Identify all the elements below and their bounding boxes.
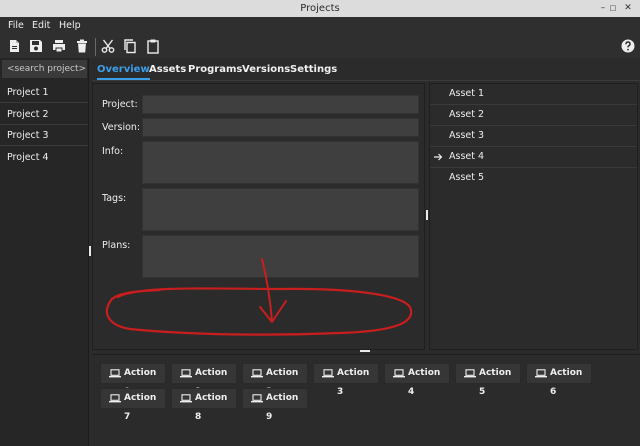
actions-panel: Action 0 Action 1 Action 2 Action 3 Acti… bbox=[92, 354, 640, 446]
laptop-icon bbox=[535, 369, 547, 378]
tab-versions[interactable]: Versions bbox=[242, 60, 290, 80]
tab-divider bbox=[92, 80, 640, 81]
new-file-icon[interactable] bbox=[6, 38, 22, 54]
action-button[interactable]: Action 2 bbox=[242, 363, 308, 397]
action-button[interactable]: Action 6 bbox=[526, 363, 592, 397]
save-icon[interactable] bbox=[28, 38, 44, 54]
menu-edit[interactable]: Edit bbox=[32, 17, 50, 34]
plans-field[interactable] bbox=[142, 235, 419, 278]
project-field[interactable] bbox=[142, 95, 419, 114]
laptop-icon bbox=[322, 369, 334, 378]
laptop-icon bbox=[180, 369, 192, 378]
action-button[interactable]: Action 7 bbox=[100, 388, 166, 422]
assets-splitter-handle[interactable] bbox=[426, 210, 428, 220]
action-button[interactable]: Action 8 bbox=[171, 388, 237, 422]
sidebar-splitter-handle[interactable] bbox=[89, 246, 91, 256]
tags-field[interactable] bbox=[142, 188, 419, 231]
tab-settings[interactable]: Settings bbox=[290, 60, 337, 80]
overview-panel: Project: Version: Info: Tags: Plans: bbox=[92, 83, 425, 350]
laptop-icon bbox=[251, 394, 263, 403]
asset-list-item[interactable]: Asset 2 bbox=[430, 105, 637, 126]
laptop-icon bbox=[464, 369, 476, 378]
project-list-item[interactable]: Project 4 bbox=[0, 147, 88, 168]
tags-label: Tags: bbox=[102, 193, 127, 204]
search-project-input[interactable] bbox=[2, 60, 87, 78]
asset-list-item[interactable]: Asset 5 bbox=[430, 168, 637, 189]
menu-bar: File Edit Help bbox=[0, 17, 640, 34]
assets-panel: Asset 1 Asset 2 Asset 3 Asset 4 Asset 5 bbox=[429, 83, 638, 350]
toolbar bbox=[0, 34, 640, 58]
project-list-item[interactable]: Project 3 bbox=[0, 125, 88, 146]
plans-label: Plans: bbox=[102, 240, 131, 251]
tab-programs[interactable]: Programs bbox=[188, 60, 242, 80]
action-button[interactable]: Action 5 bbox=[455, 363, 521, 397]
cut-icon[interactable] bbox=[100, 38, 116, 54]
tab-bar: Overview Assets Programs Versions Settin… bbox=[92, 60, 640, 80]
window-title: Projects bbox=[300, 3, 340, 14]
tab-assets[interactable]: Assets bbox=[149, 60, 186, 80]
action-button[interactable]: Action 1 bbox=[171, 363, 237, 397]
action-button[interactable]: Action 3 bbox=[313, 363, 379, 397]
laptop-icon bbox=[393, 369, 405, 378]
laptop-icon bbox=[251, 369, 263, 378]
actions-splitter-handle[interactable] bbox=[360, 350, 370, 352]
toolbar-separator bbox=[95, 38, 96, 56]
laptop-icon bbox=[180, 394, 192, 403]
project-label: Project: bbox=[102, 99, 138, 110]
close-icon[interactable]: ✕ bbox=[621, 0, 635, 17]
action-button[interactable]: Action 9 bbox=[242, 388, 308, 422]
action-button[interactable]: Action 4 bbox=[384, 363, 450, 397]
paste-icon[interactable] bbox=[145, 38, 161, 54]
info-field[interactable] bbox=[142, 141, 419, 184]
maximize-icon[interactable]: □ bbox=[606, 0, 620, 17]
project-list-item[interactable]: Project 1 bbox=[0, 82, 88, 103]
title-bar: Projects – □ ✕ bbox=[0, 0, 640, 17]
menu-help[interactable]: Help bbox=[59, 17, 81, 34]
asset-list-item[interactable]: Asset 3 bbox=[430, 126, 637, 147]
help-icon[interactable] bbox=[620, 38, 636, 54]
project-list-item[interactable]: Project 2 bbox=[0, 104, 88, 125]
laptop-icon bbox=[109, 369, 121, 378]
menu-file[interactable]: File bbox=[8, 17, 24, 34]
arrow-right-icon bbox=[434, 153, 443, 161]
laptop-icon bbox=[109, 394, 121, 403]
version-field[interactable] bbox=[142, 118, 419, 137]
delete-icon[interactable] bbox=[74, 38, 90, 54]
action-button[interactable]: Action 0 bbox=[100, 363, 166, 397]
print-icon[interactable] bbox=[51, 38, 67, 54]
info-label: Info: bbox=[102, 146, 124, 157]
version-label: Version: bbox=[102, 122, 141, 133]
project-sidebar: Project 1 Project 2 Project 3 Project 4 bbox=[0, 58, 89, 446]
tab-overview[interactable]: Overview bbox=[97, 60, 150, 80]
copy-icon[interactable] bbox=[122, 38, 138, 54]
asset-list-item[interactable]: Asset 1 bbox=[430, 84, 637, 105]
asset-list-item[interactable]: Asset 4 bbox=[430, 147, 637, 168]
